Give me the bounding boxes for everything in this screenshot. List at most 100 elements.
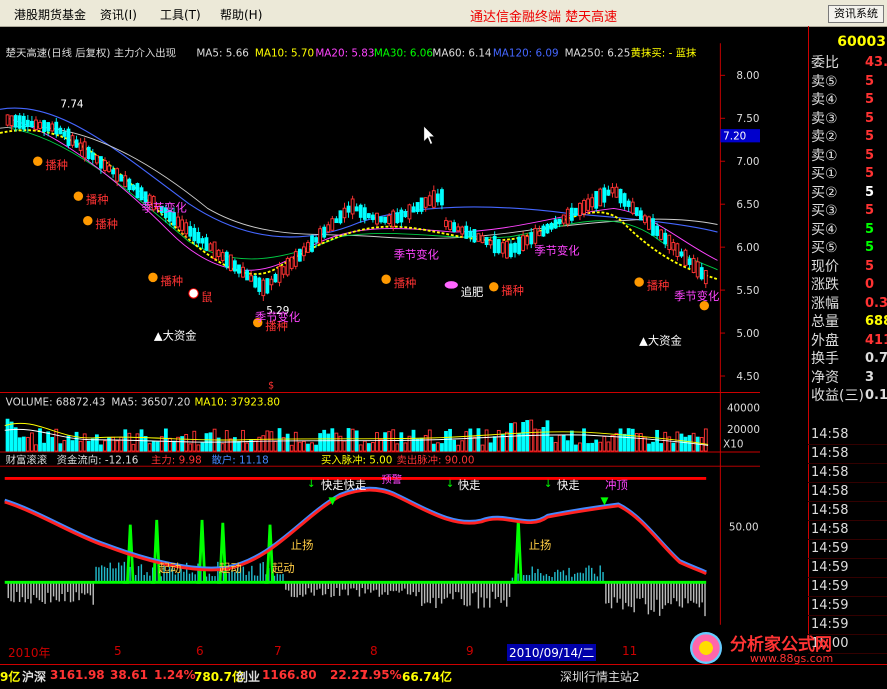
volume-bar — [318, 433, 323, 452]
quote-row-label: 买⑤ — [811, 240, 838, 256]
indicator-bar — [670, 582, 672, 605]
menu-item-help[interactable]: 帮助(H) — [220, 6, 262, 23]
indicator-bar — [667, 582, 669, 604]
volume-bar — [492, 436, 497, 452]
candle-body — [517, 236, 521, 255]
date-label: 11 — [622, 644, 638, 658]
volume-bar — [496, 429, 501, 452]
indicator-bar — [81, 582, 83, 594]
candle-body — [212, 241, 217, 259]
volume-bar — [228, 438, 233, 452]
label-top: 冲顶 — [605, 478, 628, 492]
indicator-bar — [262, 562, 264, 583]
info-system-button[interactable]: 资讯系统 — [828, 5, 884, 23]
indicator-bar — [251, 565, 253, 583]
quote-row: 买① 5 — [811, 165, 874, 183]
candle-body — [476, 233, 481, 242]
quote-row-value: 5 — [865, 147, 875, 163]
indicator-bar — [338, 582, 341, 596]
candle-body — [188, 226, 193, 237]
candle-body — [630, 201, 635, 214]
indicator-bar — [681, 582, 684, 608]
indicator-bar — [302, 582, 304, 597]
candle-body — [618, 188, 623, 204]
indicator-bar — [347, 582, 349, 596]
indicator-bar — [460, 582, 463, 600]
annotation-season-change: 季节变化 — [674, 289, 719, 303]
candle-body — [379, 216, 383, 223]
volume-ma10: MA10: 37923.80 — [194, 397, 280, 409]
candle-body — [395, 212, 400, 224]
indicator-bar — [242, 566, 245, 583]
candle-body — [578, 202, 582, 217]
quote-row-value: 688 — [865, 314, 887, 329]
menu-item-info[interactable]: 资讯(I) — [100, 6, 137, 23]
indicator-bar — [463, 582, 465, 606]
candle-body — [431, 190, 436, 208]
candle-body — [667, 234, 672, 251]
candle-body — [127, 178, 132, 190]
extra-label: 黄抹买: - 蓝抹 — [631, 46, 697, 59]
candle-body — [655, 225, 659, 236]
candle-body — [606, 189, 611, 196]
candle-body — [452, 222, 456, 232]
volume-bar — [241, 429, 245, 452]
candle-body — [334, 218, 339, 224]
candle-body — [306, 242, 310, 253]
volume-bar — [302, 440, 306, 452]
volume-bar — [70, 440, 75, 452]
quote-row: 买② 5 — [811, 184, 874, 202]
indicator-bar — [616, 582, 618, 603]
indicator-bar — [129, 566, 131, 583]
candle-body — [456, 226, 461, 232]
volume-tick: X10 — [723, 438, 743, 450]
quote-row: 净资 3 — [811, 369, 874, 387]
volume-label: VOLUME: 68872.43 — [6, 397, 106, 409]
quote-row: 卖① 5 — [811, 147, 874, 165]
volume-bar — [480, 444, 485, 452]
date-cursor-label: 2010/09/14/二 — [507, 644, 597, 661]
volume-tick: 40000 — [727, 402, 760, 414]
y-tick-label: 6.50 — [736, 199, 759, 211]
volume-bar — [342, 440, 347, 452]
quote-row-value: 5 — [865, 258, 875, 274]
y-tick-label: 7.50 — [736, 113, 759, 125]
volume-bar — [435, 442, 440, 452]
menu-item-tools[interactable]: 工具(T) — [160, 6, 201, 23]
candle-body — [541, 225, 546, 237]
quote-row: 涨跌 0 — [811, 276, 874, 294]
indicator-bar — [562, 570, 565, 583]
candle-body — [196, 232, 201, 244]
volume-bar — [472, 436, 477, 452]
status-bar: 9亿 沪深 3161.98 38.61 1.24% 780.7亿 创业 1166… — [0, 664, 887, 689]
indicator-bars — [7, 561, 706, 617]
quote-row: 卖⑤ 5 — [811, 73, 874, 91]
menu-item-funds[interactable]: 港股期货基金 — [14, 6, 86, 23]
candle-body — [233, 260, 237, 272]
tick-time-column: 14:58 14:58 14:58 14:58 14:58 14:58 14:59 14:59… — [808, 426, 887, 654]
volume-bar — [188, 443, 193, 452]
indicator-bar — [290, 582, 293, 597]
volume-bar — [155, 441, 160, 452]
indicator-bar — [418, 582, 420, 593]
candle-body — [460, 226, 465, 235]
quote-row-label: 总量 — [811, 314, 839, 330]
candle-body — [224, 251, 229, 268]
indicator-bar — [421, 582, 423, 606]
date-label: 2010年 — [8, 646, 51, 660]
candle-body — [399, 209, 404, 223]
volume-bar — [464, 431, 469, 452]
volume-bar — [99, 444, 103, 452]
volume-bar — [350, 428, 355, 452]
candle-body — [496, 239, 501, 254]
volume-bar — [168, 437, 172, 452]
chart-area[interactable]: 楚天高速(日线 后复权) 主力介入出现 MA5: 5.66 MA10: 5.70… — [0, 26, 760, 642]
indicator-bar — [678, 582, 681, 607]
annotation-rat: 鼠 — [201, 290, 212, 304]
annotation-sow: 播种 — [95, 217, 118, 231]
volume-bar — [468, 428, 473, 452]
indicator-bar — [406, 582, 409, 595]
quote-row-label: 买① — [811, 166, 838, 182]
volume-bar — [456, 444, 461, 452]
quote-row: 收益(三) 0.1 — [811, 387, 887, 405]
